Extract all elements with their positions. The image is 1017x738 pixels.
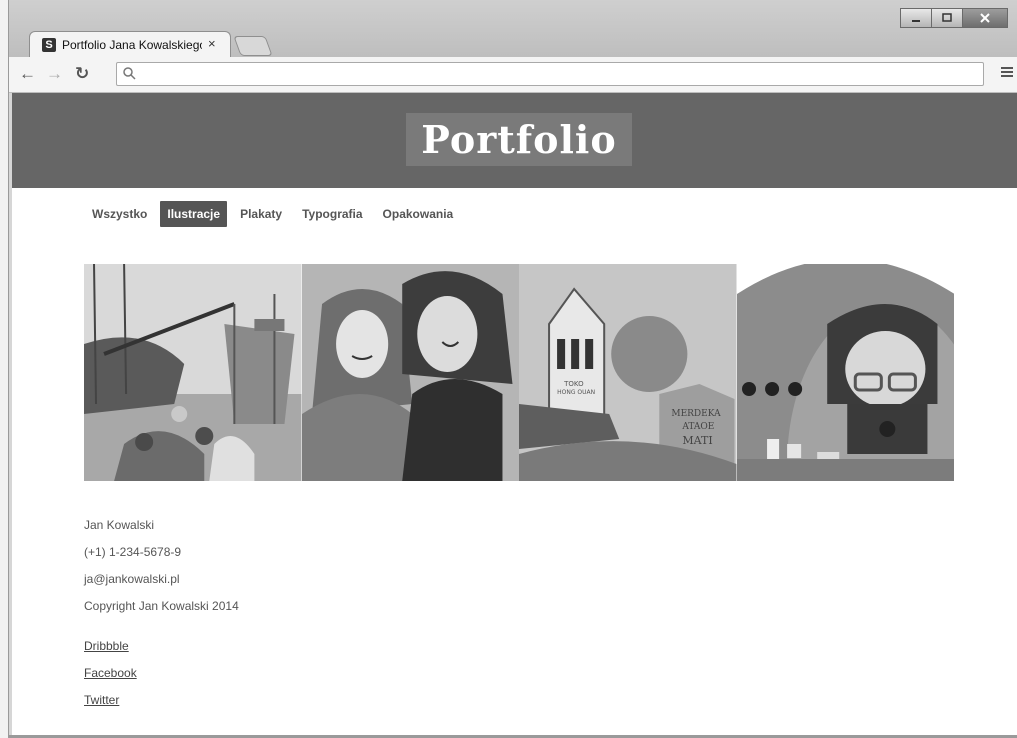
- close-icon: [980, 13, 990, 23]
- wall-text-1: MERDEKA: [671, 409, 721, 419]
- footer-name: Jan Kowalski: [84, 518, 155, 532]
- filter-ilustracje[interactable]: Ilustracje: [160, 201, 228, 227]
- ships-image: [84, 264, 302, 481]
- maximize-button[interactable]: [931, 8, 963, 28]
- new-tab-button[interactable]: [233, 36, 273, 56]
- web-page: Portfolio Wszystko Ilustracje Plakaty Ty…: [12, 93, 1017, 735]
- shop-sign-text: TOKO: [563, 380, 584, 388]
- filter-typografia[interactable]: Typografia: [295, 201, 369, 227]
- reload-icon[interactable]: ↻: [75, 65, 89, 83]
- twitter-link[interactable]: Twitter: [84, 693, 119, 707]
- portfolio-gallery: TOKO HONG OUAN MERDEKA ATAOE MATI: [84, 264, 954, 481]
- site-footer: Jan Kowalski (+1) 1-234-5678-9 ja@jankow…: [84, 517, 239, 719]
- tab-close-icon[interactable]: ×: [208, 36, 216, 51]
- street-image: TOKO HONG OUAN MERDEKA ATAOE MATI: [519, 264, 737, 481]
- footer-phone: (+1) 1-234-5678-9: [84, 545, 182, 559]
- minimize-icon: [912, 20, 920, 22]
- close-window-button[interactable]: [962, 8, 1008, 28]
- wall-text-2: ATAOE: [681, 422, 714, 432]
- filter-plakaty[interactable]: Plakaty: [233, 201, 289, 227]
- site-logo[interactable]: Portfolio: [406, 113, 632, 166]
- back-arrow-icon[interactable]: ←: [19, 65, 36, 83]
- ships-illustration[interactable]: [84, 264, 302, 481]
- browser-tab[interactable]: S Portfolio Jana Kowalskiego ×: [29, 31, 231, 59]
- menu-icon[interactable]: [1000, 65, 1014, 79]
- footer-copyright: Copyright Jan Kowalski 2014: [84, 599, 239, 613]
- filter-wszystko[interactable]: Wszystko: [85, 201, 154, 227]
- window-controls: [900, 8, 1008, 28]
- shop-sign-text-2: HONG OUAN: [557, 389, 595, 396]
- two-girls-image: [301, 264, 519, 481]
- browser-toolbar: ← → ↻: [9, 57, 1017, 93]
- category-filter-nav: Wszystko Ilustracje Plakaty Typografia O…: [85, 201, 460, 227]
- two-girls-illustration[interactable]: [301, 264, 519, 481]
- filter-opakowania[interactable]: Opakowania: [376, 201, 461, 227]
- dribbble-link[interactable]: Dribbble: [84, 639, 129, 653]
- site-header: Portfolio: [12, 93, 1017, 188]
- title-bar: S Portfolio Jana Kowalskiego ×: [9, 0, 1017, 60]
- forward-arrow-icon[interactable]: →: [46, 65, 63, 83]
- footer-email: ja@jankowalski.pl: [84, 572, 180, 586]
- favicon-icon: S: [42, 38, 56, 52]
- wall-text-3: MATI: [682, 434, 712, 447]
- search-icon: [123, 67, 136, 80]
- facebook-link[interactable]: Facebook: [84, 666, 137, 680]
- minimize-button[interactable]: [900, 8, 932, 28]
- tab-title: Portfolio Jana Kowalskiego: [62, 38, 202, 52]
- merdeka-street-illustration[interactable]: TOKO HONG OUAN MERDEKA ATAOE MATI: [519, 264, 737, 481]
- laptop-girl-image: [736, 264, 954, 481]
- girl-at-laptop-illustration[interactable]: [736, 264, 954, 481]
- maximize-icon: [942, 13, 952, 22]
- address-bar[interactable]: [116, 62, 984, 86]
